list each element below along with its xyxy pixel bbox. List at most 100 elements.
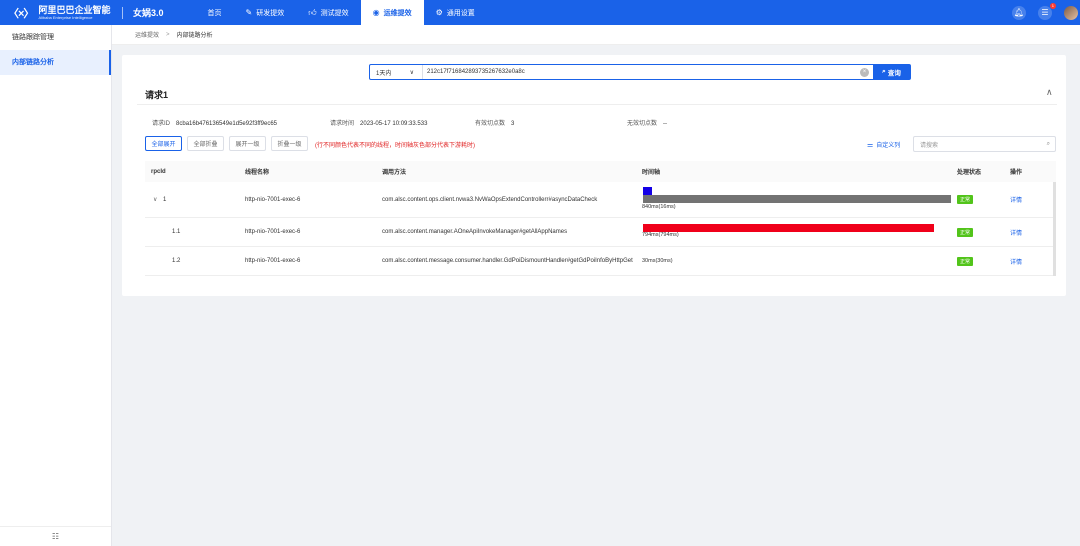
request-time-label: 请求时间 (330, 121, 355, 127)
row-timeline: 30ms(30ms) (642, 258, 952, 268)
search-icon: ⌕ (882, 68, 886, 75)
status-badge: 正常 (957, 195, 974, 204)
request-id: 请求ID 8cba16b476136549e1d5e92f3ff9ec65 (152, 118, 277, 127)
request-id-label: 请求ID (152, 121, 171, 127)
trace-card: 1天内 ∨ 212c17f716842893735267632e0a8c × ⌕… (122, 55, 1066, 296)
table-row[interactable]: 1.2 http-nio-7001-exec-6 com.alsc.conten… (145, 247, 1056, 276)
row-rpcid: 1 (163, 196, 167, 203)
bell-icon[interactable]: 🔔︎ (1012, 5, 1026, 20)
expand-row-icon[interactable]: ∨ (153, 196, 157, 203)
timeline-downstream-bar (643, 195, 951, 203)
request-title: 请求1 (145, 90, 169, 100)
collapse-all-button[interactable]: 全部折叠 (187, 136, 224, 151)
timeline-label: 840ms(16ms) (642, 204, 676, 210)
row-rpcid: 1.2 (172, 258, 181, 264)
table-search-placeholder: 请搜索 (920, 142, 939, 149)
breadcrumb-parent[interactable]: 运维提效 (135, 30, 159, 39)
valid-points-label: 有效切点数 (475, 121, 506, 127)
time-range-select[interactable]: 1天内 ∨ (370, 65, 423, 79)
eye-icon: ◉ (372, 8, 380, 17)
trace-table: rpcId 线程名称 调用方法 时间轴 处理状态 操作 ∨ 1 http-nio… (145, 161, 1056, 276)
row-timeline: 794ms(794ms) (642, 224, 952, 242)
request-time: 请求时间 2023-05-17 10:09:33.533 (330, 118, 427, 127)
col-timeline: 时间轴 (642, 170, 661, 176)
time-range-value: 1天内 (376, 70, 392, 77)
nav-ops-label: 运维提效 (383, 9, 412, 17)
detail-link[interactable]: 详情 (1010, 195, 1022, 204)
sidebar: 链路跟踪管理 内部链路分析 ☷ (0, 25, 112, 546)
nav-home[interactable]: 首页 (196, 0, 234, 25)
trace-search-bar: 1天内 ∨ 212c17f716842893735267632e0a8c × ⌕… (369, 64, 911, 80)
request-time-value: 2023-05-17 10:09:33.533 (360, 121, 428, 127)
invalid-points-label: 无效切点数 (627, 121, 658, 127)
expand-all-button[interactable]: 全部展开 (145, 136, 182, 151)
expand-level-button[interactable]: 展开一级 (229, 136, 266, 151)
app-name: 女娲3.0 (133, 8, 164, 18)
sidebar-item-internal-trace-analysis[interactable]: 内部链路分析 (0, 50, 111, 75)
row-rpcid: 1.1 (172, 229, 181, 235)
brand-logo[interactable]: 〈×〉 阿里巴巴企业智能 Alibaba Enterprise Intellig… (0, 5, 122, 21)
col-thread: 线程名称 (245, 170, 270, 176)
gear-icon: ⚙ (435, 8, 443, 17)
search-icon: ⌕ (1046, 140, 1050, 147)
row-thread: http-nio-7001-exec-6 (245, 258, 301, 264)
query-button[interactable]: ⌕ 查询 (873, 65, 910, 79)
nav-general-settings[interactable]: ⚙ 通用设置 (424, 0, 487, 25)
detail-link[interactable]: 详情 (1010, 228, 1022, 237)
avatar[interactable] (1064, 5, 1078, 20)
nav-test-label: 测试提效 (320, 9, 349, 17)
breadcrumb: 运维提效 > 内部链路分析 (112, 25, 1080, 45)
row-method: com.alsc.content.manager.AOneApiInvokeMa… (382, 229, 568, 235)
timeline-label: 794ms(794ms) (642, 232, 679, 238)
main-nav: 首页 ✎ 研发提效 👍︎ 测试提效 ◉ 运维提效 ⚙ 通用设置 (196, 0, 487, 25)
col-status: 处理状态 (957, 170, 982, 176)
chevron-up-icon[interactable]: ∧ (1046, 87, 1053, 98)
collapse-level-button[interactable]: 折叠一级 (271, 136, 308, 151)
sidebar-item-trace-management[interactable]: 链路跟踪管理 (0, 25, 111, 50)
status-badge: 正常 (957, 256, 974, 266)
message-icon[interactable]: ☰ 1 (1038, 2, 1056, 20)
timeline-self-bar (643, 224, 935, 232)
custom-columns-label: 自定义列 (876, 143, 901, 149)
detail-link[interactable]: 详情 (1010, 257, 1022, 266)
col-action: 操作 (1010, 170, 1023, 176)
invalid-points: 无效切点数 -- (627, 118, 667, 127)
custom-columns-button[interactable]: ⚌ 自定义列 (867, 140, 901, 150)
timeline-label: 30ms(30ms) (642, 258, 673, 264)
col-method: 调用方法 (382, 170, 407, 176)
status-badge: 正常 (957, 227, 974, 237)
valid-points: 有效切点数 3 (475, 118, 514, 127)
trace-id-input[interactable]: 212c17f716842893735267632e0a8c (423, 65, 860, 79)
columns-icon: ⚌ (867, 141, 874, 149)
valid-points-value: 3 (511, 121, 515, 127)
table-scrollbar[interactable] (1053, 182, 1056, 276)
table-row[interactable]: 1.1 http-nio-7001-exec-6 com.alsc.conten… (145, 218, 1056, 247)
row-thread: http-nio-7001-exec-6 (245, 196, 301, 203)
alibaba-logo-icon: 〈×〉 (8, 7, 34, 20)
table-row[interactable]: ∨ 1 http-nio-7001-exec-6 com.alsc.conten… (145, 182, 1056, 218)
color-legend-tip: (行不同颜色代表不同的线程，时间轴灰色部分代表下游耗时) (315, 143, 475, 149)
table-search-input[interactable]: 请搜索 ⌕ (913, 136, 1056, 152)
query-button-label: 查询 (887, 70, 901, 77)
notification-badge: 1 (1049, 2, 1056, 9)
invalid-points-value: -- (663, 121, 668, 127)
collapse-sidebar-icon[interactable]: ☷ (0, 526, 111, 546)
top-navbar: 〈×〉 阿里巴巴企业智能 Alibaba Enterprise Intellig… (0, 0, 1080, 25)
breadcrumb-current: 内部链路分析 (176, 33, 213, 39)
brand-name-cn: 阿里巴巴企业智能 (38, 4, 111, 15)
row-thread: http-nio-7001-exec-6 (245, 229, 301, 235)
nav-settings-label: 通用设置 (446, 9, 475, 17)
col-rpcid: rpcId (151, 168, 166, 175)
row-timeline: 840ms(16ms) (642, 187, 952, 213)
nav-dev-label: 研发提效 (256, 9, 285, 17)
nav-test-efficiency[interactable]: 👍︎ 测试提效 (296, 0, 360, 25)
request-id-value: 8cba16b476136549e1d5e92f3ff9ec65 (176, 121, 278, 127)
clear-icon[interactable]: × (860, 67, 869, 77)
brand-name-en: Alibaba Enterprise Intelligence (38, 14, 93, 20)
nav-ops-efficiency[interactable]: ◉ 运维提效 (360, 0, 424, 25)
thumb-icon: 👍︎ (308, 7, 317, 17)
breadcrumb-separator: > (166, 31, 170, 38)
nav-dev-efficiency[interactable]: ✎ 研发提效 (234, 0, 297, 25)
nav-home-label: 首页 (207, 9, 222, 17)
timeline-self-bar (643, 187, 652, 195)
